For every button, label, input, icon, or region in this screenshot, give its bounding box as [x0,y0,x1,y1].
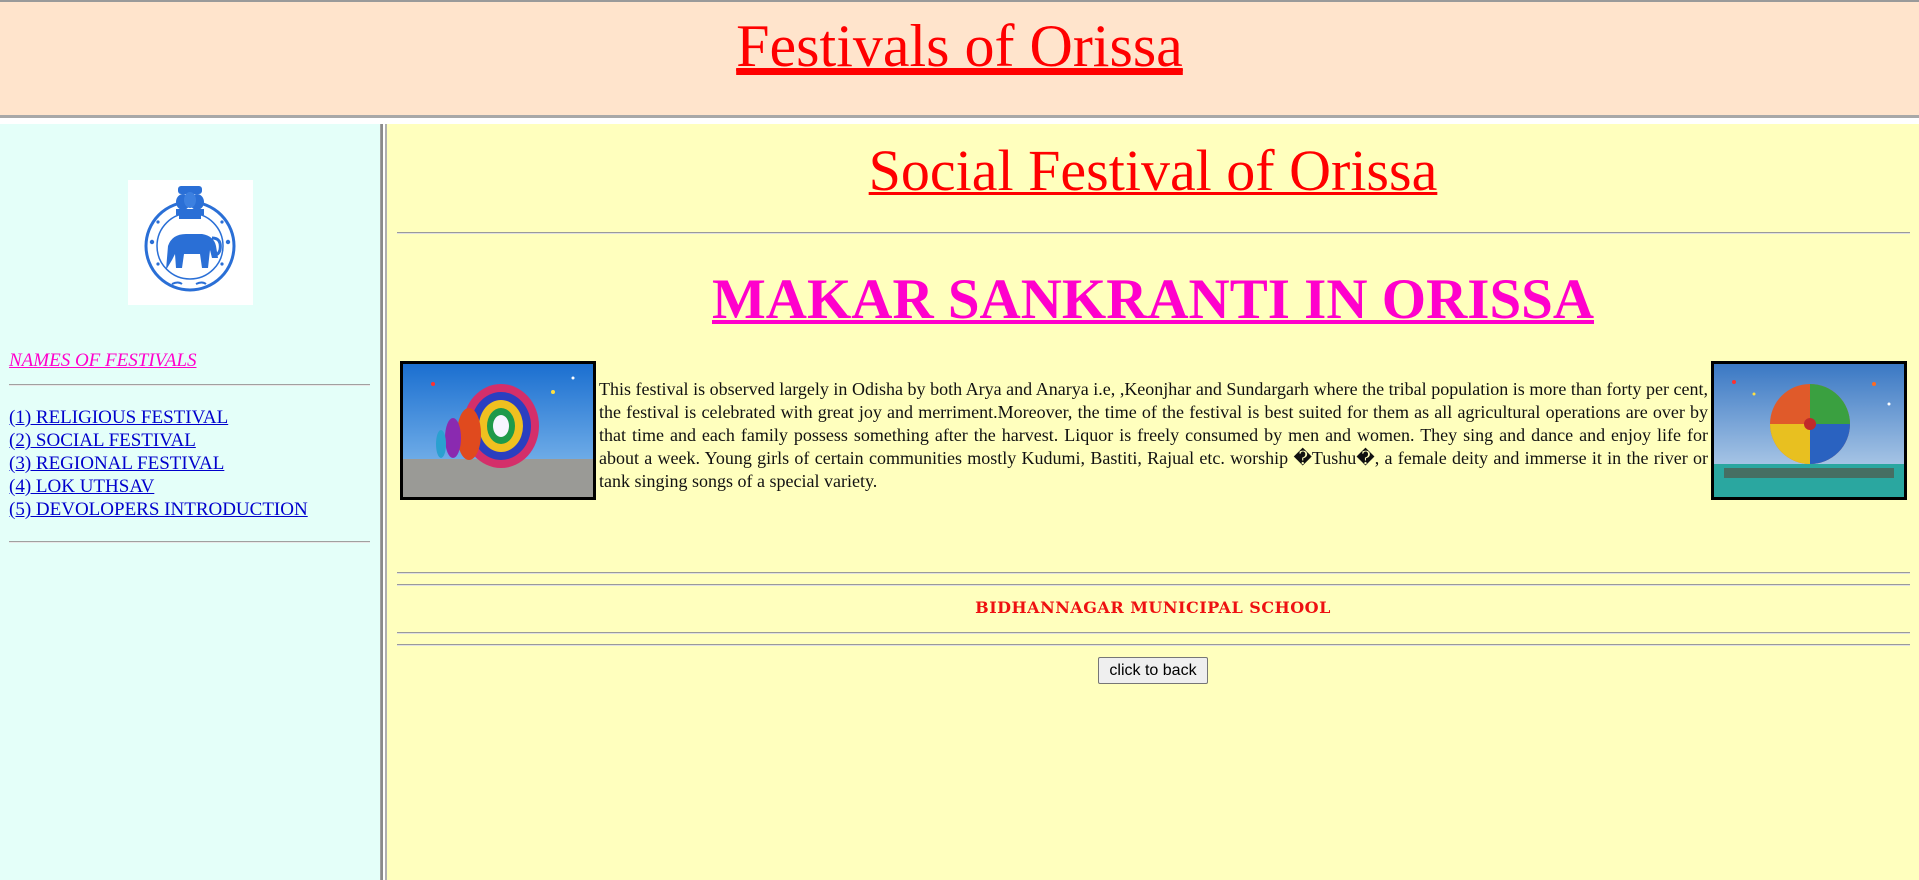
divider [397,232,1910,234]
kite-photo-left [400,361,596,500]
content-frame: Social Festival of Orissa MAKAR SANKRANT… [387,124,1919,880]
header-frame: Festivals of Orissa [0,0,1919,118]
divider [397,584,1910,586]
festival-heading: MAKAR SANKRANTI IN ORISSA [387,266,1919,334]
nav-link-regional-festival[interactable]: (3) REGIONAL FESTIVAL [9,453,224,474]
divider [9,384,370,386]
nav-item-religious: (1) RELIGIOUS FESTIVAL [9,406,308,429]
divider [397,632,1910,634]
divider [397,572,1910,574]
page-title: Social Festival of Orissa [387,136,1919,206]
divider [397,644,1910,646]
kite-photo-right [1711,361,1907,500]
sidebar-frame: NAMES OF FESTIVALS (1) RELIGIOUS FESTIVA… [0,124,381,880]
divider [9,541,370,543]
page-title-text: Social Festival of Orissa [868,138,1438,203]
nav-link-social-festival[interactable]: (2) SOCIAL FESTIVAL [9,430,196,451]
nav-link-religious-festival[interactable]: (1) RELIGIOUS FESTIVAL [9,407,228,428]
nav-item-developers: (5) DEVOLOPERS INTRODUCTION [9,498,308,521]
site-title-text: Festivals of Orissa [736,13,1183,79]
nav-item-lok-uthsav: (4) LOK UTHSAV [9,475,308,498]
nav-item-regional: (3) REGIONAL FESTIVAL [9,452,308,475]
odisha-emblem-icon [128,180,253,305]
nav-link-developers-introduction[interactable]: (5) DEVOLOPERS INTRODUCTION [9,499,308,520]
site-title: Festivals of Orissa [0,10,1919,82]
festival-nav-list: (1) RELIGIOUS FESTIVAL (2) SOCIAL FESTIV… [9,406,308,521]
nav-item-social: (2) SOCIAL FESTIVAL [9,429,308,452]
back-button[interactable]: click to back [1098,657,1208,684]
festival-heading-text: MAKAR SANKRANTI IN ORISSA [711,268,1595,331]
school-name: BIDHANNAGAR MUNICIPAL SCHOOL [975,598,1331,617]
nav-link-lok-uthsav[interactable]: (4) LOK UTHSAV [9,476,154,497]
festival-description: This festival is observed largely in Odi… [599,379,1708,491]
nav-heading: NAMES OF FESTIVALS [9,350,197,371]
